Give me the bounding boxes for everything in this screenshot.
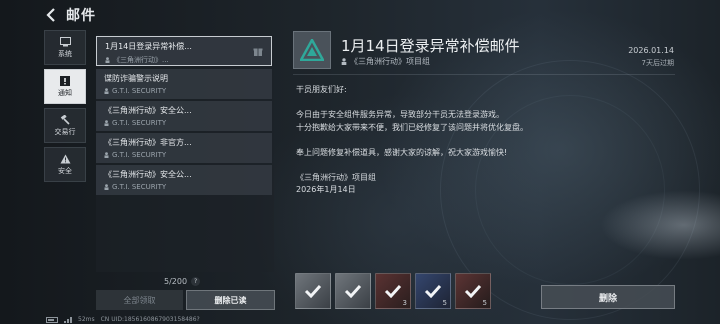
claimed-check-icon (464, 284, 482, 298)
attachment-item[interactable]: 3 (375, 273, 411, 309)
person-icon (105, 57, 110, 63)
attachment-icon (253, 48, 263, 56)
attachment-item[interactable] (335, 273, 371, 309)
mail-item[interactable]: 1月14日登录异常补偿... 《三角洲行动》... (96, 36, 272, 66)
mail-sender: 《三角洲行动》... (105, 55, 263, 65)
attachment-item[interactable]: 5 (455, 273, 491, 309)
mail-title: 《三角洲行动》安全公... (104, 170, 192, 179)
back-arrow-icon[interactable] (44, 7, 58, 23)
nav-label: 系统 (58, 49, 72, 58)
nav-item-security[interactable]: 安全 (44, 147, 86, 182)
mail-title: 《三角洲行动》安全公... (104, 106, 192, 115)
person-icon (104, 184, 109, 190)
header: 邮件 (44, 5, 96, 25)
mail-item[interactable]: 《三角洲行动》安全公... G.T.I. SECURITY (96, 165, 272, 195)
background-glow (600, 190, 720, 260)
ping-text: 52ms (78, 316, 95, 323)
mail-expire: 7天后过期 (641, 59, 674, 67)
mail-sender-name: 《三角洲行动》... (113, 56, 169, 64)
person-icon (341, 58, 347, 65)
body-line: 奉上问题修复补偿道具，感谢大家的谅解，祝大家游戏愉快! (296, 147, 508, 157)
mail-detail-title: 1月14日登录异常补偿邮件 (341, 37, 520, 55)
nav-label: 通知 (58, 88, 72, 97)
game-logo-icon (293, 31, 331, 69)
mail-sender: G.T.I. SECURITY (104, 87, 264, 95)
mail-list[interactable]: 1月14日登录异常补偿... 《三角洲行动》... 谍防诈骗警示说明 G.T.I… (96, 34, 274, 272)
body-line: 干员朋友们好: (296, 85, 347, 94)
status-bar: 52ms CN UID:1856160867903158486? (46, 316, 200, 323)
nav-item-notice[interactable]: 通知 (44, 69, 86, 104)
category-nav: 系统 通知 交易行 安全 (44, 30, 86, 186)
mail-date: 2026.01.14 (628, 46, 674, 55)
body-line: 十分抱歉给大家带来不便，我们已经修复了该问题并将优化复盘。 (296, 122, 528, 132)
signal-icon (64, 316, 72, 323)
mail-sender-name: G.T.I. SECURITY (112, 151, 167, 159)
mail-body: 干员朋友们好: 今日由于安全组件服务异常，导致部分干员无法登录游戏。 十分抱歉给… (296, 84, 666, 197)
person-icon (104, 88, 109, 94)
attachment-qty: 3 (402, 299, 407, 307)
mail-item[interactable]: 谍防诈骗警示说明 G.T.I. SECURITY (96, 69, 272, 99)
body-line: 《三角洲行动》项目组 (296, 172, 376, 182)
person-icon (104, 152, 109, 158)
claimed-check-icon (344, 284, 362, 298)
mail-title: 1月14日登录异常补偿... (105, 42, 192, 51)
warning-icon (60, 154, 71, 164)
battery-icon (46, 316, 58, 323)
mail-count: 5/200 ? (164, 277, 201, 286)
body-line: 2026年1月14日 (296, 185, 356, 194)
mail-sender: G.T.I. SECURITY (104, 151, 264, 159)
mail-sender: G.T.I. SECURITY (104, 119, 264, 127)
person-icon (104, 120, 109, 126)
attachment-qty: 5 (442, 299, 447, 307)
mail-detail-sender-name: 《三角洲行动》项目组 (350, 57, 430, 66)
body-line: 今日由于安全组件服务异常，导致部分干员无法登录游戏。 (296, 110, 504, 119)
mail-item[interactable]: 《三角洲行动》非官方... G.T.I. SECURITY (96, 133, 272, 163)
nav-item-trade[interactable]: 交易行 (44, 108, 86, 143)
monitor-icon (59, 36, 71, 47)
mail-detail-sender: 《三角洲行动》项目组 (341, 56, 430, 67)
mail-sender-name: G.T.I. SECURITY (112, 119, 167, 127)
mail-title: 《三角洲行动》非官方... (104, 138, 192, 147)
claimed-check-icon (424, 284, 442, 298)
claim-all-button[interactable]: 全部领取 (96, 290, 183, 310)
help-icon[interactable]: ? (191, 277, 201, 286)
alert-icon (60, 75, 71, 86)
mail-sender-name: G.T.I. SECURITY (112, 87, 167, 95)
claimed-check-icon (384, 284, 402, 298)
page-title: 邮件 (66, 8, 96, 24)
attachment-qty: 5 (482, 299, 487, 307)
attachment-list: 3 5 5 (295, 273, 491, 309)
hammer-icon (60, 114, 71, 125)
attachment-item[interactable]: 5 (415, 273, 451, 309)
delete-read-button[interactable]: 删除已读 (186, 290, 275, 310)
mail-count-text: 5/200 (164, 277, 188, 286)
claimed-check-icon (304, 284, 322, 298)
nav-label: 安全 (58, 166, 72, 175)
mail-title: 谍防诈骗警示说明 (104, 74, 168, 83)
divider (293, 74, 675, 75)
mail-sender: G.T.I. SECURITY (104, 183, 264, 191)
mail-sender-name: G.T.I. SECURITY (112, 183, 167, 191)
attachment-item[interactable] (295, 273, 331, 309)
mail-item[interactable]: 《三角洲行动》安全公... G.T.I. SECURITY (96, 101, 272, 131)
nav-item-system[interactable]: 系统 (44, 30, 86, 65)
nav-label: 交易行 (54, 127, 76, 136)
delete-button[interactable]: 删除 (541, 285, 675, 309)
uid-text: CN UID:1856160867903158486? (100, 316, 200, 323)
